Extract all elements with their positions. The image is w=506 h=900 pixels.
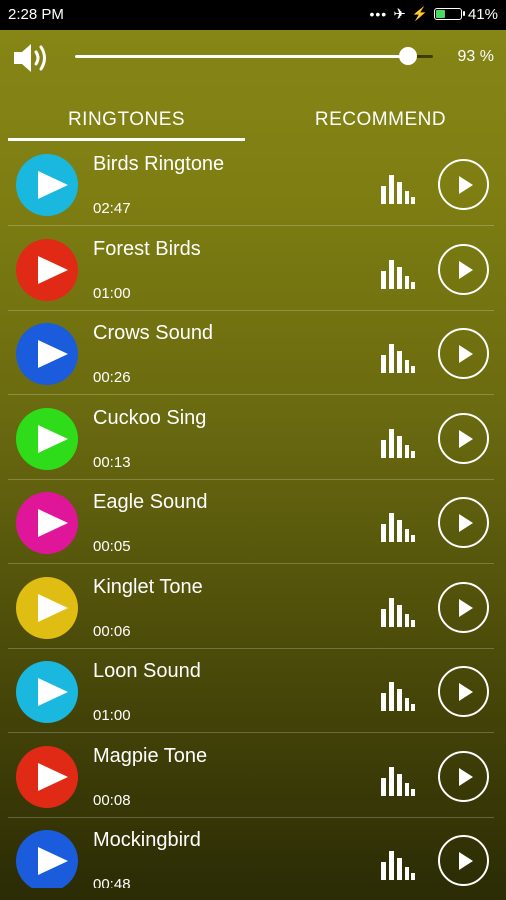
- volume-slider[interactable]: [75, 47, 433, 65]
- equalizer-icon: [381, 851, 415, 880]
- play-icon[interactable]: [16, 576, 78, 639]
- play-circle-icon[interactable]: [438, 412, 489, 464]
- play-triangle: [459, 683, 473, 701]
- play-triangle: [38, 678, 68, 706]
- play-circle-icon[interactable]: [438, 159, 489, 210]
- ringtone-duration: 00:26: [93, 369, 131, 386]
- play-icon[interactable]: [16, 492, 78, 554]
- play-triangle: [38, 762, 68, 791]
- ringtone-list[interactable]: Birds Ringtone 02:47 Forest Birds 01:00 Crow…: [0, 142, 506, 888]
- status-icons: ••• ✈ ⚡ 41%: [369, 5, 498, 24]
- tab-recommend[interactable]: RECOMMEND: [255, 98, 506, 142]
- list-item[interactable]: Birds Ringtone 02:47: [0, 142, 506, 226]
- battery-level: [435, 10, 446, 18]
- ringtone-duration: 01:00: [93, 284, 131, 302]
- volume-slider-knob[interactable]: [398, 47, 417, 65]
- app-screen: 93 % RINGTONES RECOMMEND Birds Ringtone 0…: [0, 30, 506, 900]
- play-circle-icon[interactable]: [438, 666, 489, 717]
- play-triangle: [459, 852, 473, 870]
- battery-percent: 41%: [467, 5, 498, 23]
- ringtone-title: Mockingbird: [93, 829, 201, 851]
- play-triangle: [38, 171, 68, 199]
- volume-slider-fill: [75, 55, 408, 58]
- more-notifications-icon: •••: [369, 6, 388, 22]
- play-circle-icon[interactable]: [438, 497, 489, 548]
- play-icon[interactable]: [16, 407, 78, 470]
- ringtone-title: Birds Ringtone: [93, 153, 225, 175]
- play-triangle: [459, 345, 473, 363]
- list-item[interactable]: Magpie Tone 00:08: [0, 734, 506, 818]
- play-triangle: [38, 509, 68, 537]
- ringtone-title: Crows Sound: [93, 322, 214, 344]
- play-triangle: [459, 260, 473, 279]
- bolt-icon: ⚡: [411, 6, 428, 21]
- play-triangle: [38, 340, 68, 368]
- ringtone-title: Kinglet Tone: [93, 575, 203, 598]
- equalizer-icon: [381, 597, 415, 627]
- ringtone-title: Loon Sound: [93, 660, 201, 682]
- airplane-icon: ✈: [393, 6, 406, 23]
- equalizer-icon: [381, 766, 415, 796]
- list-item[interactable]: Crows Sound 00:26: [0, 311, 506, 395]
- ringtone-duration: 02:47: [93, 200, 131, 217]
- ringtone-duration: 00:48: [93, 876, 131, 888]
- play-icon[interactable]: [16, 238, 78, 301]
- list-item[interactable]: Forest Birds 01:00: [0, 227, 506, 311]
- tab-bar: RINGTONES RECOMMEND: [0, 98, 506, 142]
- status-time: 2:28 PM: [8, 6, 64, 23]
- list-item[interactable]: Loon Sound 01:00: [0, 649, 506, 733]
- play-circle-icon[interactable]: [438, 581, 489, 633]
- play-circle-icon[interactable]: [438, 835, 489, 886]
- play-triangle: [38, 593, 68, 622]
- play-circle-icon[interactable]: [438, 328, 489, 379]
- play-icon[interactable]: [16, 745, 78, 808]
- tab-ringtones[interactable]: RINGTONES: [8, 98, 245, 142]
- ringtone-duration: 00:06: [93, 622, 131, 640]
- battery-icon: [433, 8, 465, 20]
- play-icon[interactable]: [16, 661, 78, 723]
- play-triangle: [459, 514, 473, 532]
- list-item[interactable]: Cuckoo Sing 00:13: [0, 396, 506, 480]
- speaker-icon[interactable]: [12, 41, 52, 75]
- play-circle-icon[interactable]: [438, 243, 489, 295]
- ringtone-duration: 00:08: [93, 791, 131, 809]
- ringtone-duration: 01:00: [93, 707, 131, 724]
- ringtone-duration: 00:05: [93, 538, 131, 555]
- status-bar: 2:28 PM ••• ✈ ⚡ 41%: [0, 0, 506, 30]
- ringtone-title: Cuckoo Sing: [93, 406, 207, 429]
- play-triangle: [38, 255, 68, 284]
- ringtone-duration: 00:13: [93, 453, 131, 471]
- equalizer-icon: [381, 175, 415, 204]
- ringtone-title: Eagle Sound: [93, 491, 208, 513]
- equalizer-icon: [381, 428, 415, 458]
- play-icon[interactable]: [16, 830, 78, 888]
- equalizer-icon: [381, 682, 415, 711]
- active-tab-indicator: [8, 138, 245, 141]
- play-circle-icon[interactable]: [438, 750, 489, 802]
- play-triangle: [459, 176, 473, 194]
- equalizer-icon: [381, 259, 415, 289]
- play-triangle: [459, 429, 473, 448]
- play-icon[interactable]: [16, 154, 78, 216]
- play-triangle: [38, 424, 68, 453]
- list-item[interactable]: Eagle Sound 00:05: [0, 480, 506, 564]
- play-triangle: [459, 767, 473, 786]
- volume-percent: 93 %: [457, 48, 494, 65]
- play-triangle: [459, 598, 473, 617]
- play-icon[interactable]: [16, 323, 78, 385]
- equalizer-icon: [381, 344, 415, 373]
- list-item[interactable]: Kinglet Tone 00:06: [0, 565, 506, 649]
- equalizer-icon: [381, 513, 415, 542]
- list-item[interactable]: Mockingbird 00:48: [0, 818, 506, 888]
- play-triangle: [38, 847, 68, 875]
- ringtone-title: Magpie Tone: [93, 744, 208, 767]
- ringtone-title: Forest Birds: [93, 237, 201, 260]
- volume-bar: 93 %: [0, 30, 506, 86]
